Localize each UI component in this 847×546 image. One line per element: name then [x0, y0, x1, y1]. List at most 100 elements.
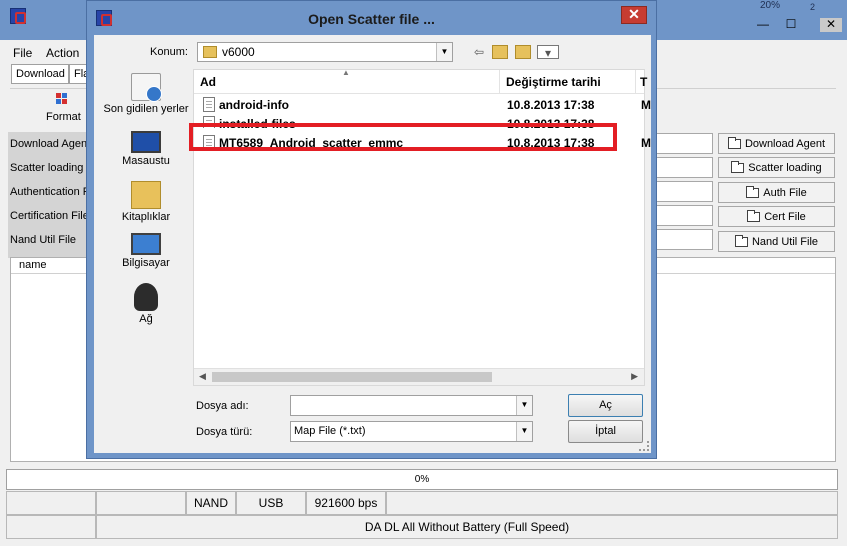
horizontal-scrollbar[interactable]: ◀ ▶ [194, 368, 644, 385]
place-recent[interactable]: Son gidilen yerler [96, 73, 196, 115]
tab-download[interactable]: Download [11, 64, 69, 84]
back-arrow-icon[interactable]: ⇦ [471, 45, 487, 59]
download-agent-path-field[interactable] [655, 133, 713, 154]
dialog-title: Open Scatter file ... [308, 11, 435, 27]
file-type: M [641, 136, 651, 150]
file-date: 10.8.2013 17:38 [507, 98, 595, 112]
status-cell-empty [96, 491, 186, 515]
file-name: android-info [219, 98, 289, 112]
auth-file-button[interactable]: Auth File [718, 182, 835, 203]
folder-icon [203, 46, 217, 58]
window-close-button[interactable]: ✕ [820, 18, 842, 32]
column-headers: ▲ Ad Değiştirme tarihi T [194, 68, 647, 94]
scatter-loading-path-field[interactable] [655, 157, 713, 178]
status-bar: NAND USB 921600 bps DA DL All Without Ba… [6, 491, 838, 541]
text-file-icon [203, 97, 215, 112]
file-labels-panel: Download Agen Scatter loading f Authenti… [8, 132, 90, 258]
column-separator[interactable] [499, 70, 500, 94]
scroll-left-icon[interactable]: ◀ [199, 371, 206, 382]
up-folder-icon[interactable] [492, 45, 508, 59]
view-menu-icon[interactable]: ▾ [537, 45, 559, 60]
new-folder-icon[interactable] [515, 45, 531, 59]
status-nand: NAND [186, 491, 236, 515]
download-agent-label: Download Agen [10, 138, 88, 150]
minimize-button[interactable]: — [752, 18, 774, 32]
filetype-select[interactable]: Map File (*.txt) ▼ [290, 421, 533, 442]
folder-open-icon [746, 185, 760, 198]
file-row[interactable]: android-info 10.8.2013 17:38 M [200, 96, 651, 114]
nand-util-file-button-label: Nand Util File [751, 235, 819, 248]
filetype-label: Dosya türü: [196, 426, 253, 438]
maximize-button[interactable]: ☐ [780, 18, 802, 32]
dialog-titlebar[interactable]: Open Scatter file ... ✕ [87, 1, 656, 35]
chevron-down-icon[interactable]: ▼ [436, 43, 452, 61]
folder-open-icon [727, 136, 741, 149]
folder-open-icon [731, 160, 745, 173]
cert-file-path-field[interactable] [655, 205, 713, 226]
format-button-label[interactable]: Format [46, 111, 81, 123]
format-icon[interactable] [56, 93, 68, 105]
nand-util-file-button[interactable]: Nand Util File [718, 231, 835, 252]
place-network[interactable]: Ağ [96, 283, 196, 325]
place-computer-label: Bilgisayar [122, 257, 170, 269]
scatter-loading-label: Scatter loading f [10, 162, 90, 174]
file-row[interactable]: installed-files 10.8.2013 17:38 M [200, 115, 640, 128]
status-cell-empty [6, 491, 96, 515]
nand-util-path-field[interactable] [655, 229, 713, 250]
chevron-down-icon[interactable]: ▼ [516, 422, 532, 441]
file-list-pane[interactable]: ▲ Ad Değiştirme tarihi T android-info 10… [193, 68, 651, 386]
column-header-name[interactable]: Ad [200, 75, 216, 89]
file-row-selected-scatter[interactable]: MT6589_Android_scatter_emmc 10.8.2013 17… [200, 134, 651, 152]
recent-places-icon [131, 73, 162, 102]
location-value: v6000 [222, 45, 255, 59]
column-header-date[interactable]: Değiştirme tarihi [506, 75, 601, 89]
scatter-loading-button[interactable]: Scatter loading [718, 157, 835, 178]
authentication-file-label: Authentication F [10, 186, 90, 198]
desktop-icon [131, 131, 161, 153]
filetype-value: Map File (*.txt) [294, 425, 366, 437]
resize-grip-icon[interactable] [639, 441, 649, 451]
app-logo-icon [10, 8, 26, 24]
scatter-loading-button-label: Scatter loading [748, 161, 822, 174]
libraries-icon [131, 181, 161, 209]
download-agent-button[interactable]: Download Agent [718, 133, 835, 154]
menu-file[interactable]: File [13, 46, 32, 60]
cert-file-button[interactable]: Cert File [718, 206, 835, 227]
place-desktop-label: Masaustu [122, 155, 170, 167]
title-number-text: 2 [810, 2, 816, 12]
location-label: Konum: [150, 46, 188, 58]
column-header-type[interactable]: T [640, 75, 647, 89]
progress-bar: 0% [6, 469, 838, 490]
filename-input[interactable]: ▼ [290, 395, 533, 416]
auth-file-button-label: Auth File [763, 186, 807, 199]
status-cell-empty [6, 515, 96, 539]
place-libraries[interactable]: Kitaplıklar [96, 181, 196, 223]
location-combobox[interactable]: v6000 ▼ [197, 42, 453, 62]
file-name: installed-files [219, 117, 296, 128]
download-agent-button-label: Download Agent [744, 137, 826, 150]
status-download-mode: DA DL All Without Battery (Full Speed) [96, 515, 838, 539]
auth-file-path-field[interactable] [655, 181, 713, 202]
sort-ascending-icon: ▲ [342, 68, 350, 77]
chevron-down-icon[interactable]: ▼ [516, 396, 532, 415]
scroll-right-icon[interactable]: ▶ [631, 371, 638, 382]
menu-action[interactable]: Action [46, 46, 79, 60]
file-type: M [641, 98, 651, 112]
text-file-icon [203, 116, 215, 128]
file-date: 10.8.2013 17:38 [507, 136, 595, 150]
dialog-close-button[interactable]: ✕ [621, 6, 647, 24]
status-baud-rate: 921600 bps [306, 491, 386, 515]
folder-open-icon [734, 234, 748, 247]
filename-label: Dosya adı: [196, 400, 249, 412]
place-network-label: Ağ [139, 313, 153, 325]
cancel-button[interactable]: İptal [568, 420, 643, 443]
text-file-icon [203, 135, 215, 150]
place-desktop[interactable]: Masaustu [96, 131, 196, 167]
place-computer[interactable]: Bilgisayar [96, 233, 196, 269]
file-date: 10.8.2013 17:38 [507, 117, 595, 128]
open-button[interactable]: Aç [568, 394, 643, 417]
network-users-icon [134, 283, 158, 311]
folder-open-icon [747, 209, 761, 222]
scrollbar-thumb[interactable] [212, 372, 492, 382]
column-separator[interactable] [635, 70, 636, 94]
